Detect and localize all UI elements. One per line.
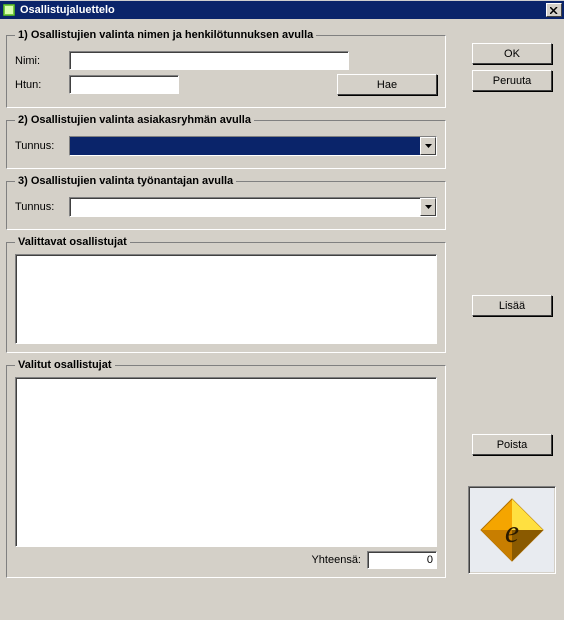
employer-tunnus-combo[interactable]: [69, 197, 437, 217]
logo: e: [468, 486, 556, 574]
htun-label: Htun:: [15, 79, 69, 91]
hae-button[interactable]: Hae: [337, 74, 437, 95]
group-selectable: Valittavat osallistujat: [6, 236, 446, 353]
client-area: 1) Osallistujien valinta nimen ja henkil…: [0, 19, 564, 588]
customer-tunnus-dropdown-button[interactable]: [420, 137, 436, 155]
close-button[interactable]: [546, 3, 562, 17]
left-column: 1) Osallistujien valinta nimen ja henkil…: [6, 23, 446, 582]
chevron-down-icon: [425, 205, 432, 209]
customer-tunnus-value: [70, 137, 420, 155]
employer-tunnus-value: [70, 198, 420, 216]
total-label: Yhteensä:: [311, 554, 361, 566]
window-title: Osallistujaluettelo: [20, 4, 546, 16]
add-button[interactable]: Lisää: [472, 295, 552, 316]
group-name-ssn: 1) Osallistujien valinta nimen ja henkil…: [6, 29, 446, 108]
group-customer-legend: 2) Osallistujien valinta asiakasryhmän a…: [15, 114, 254, 126]
group-selected: Valitut osallistujat Yhteensä:: [6, 359, 446, 578]
group-employer: 3) Osallistujien valinta työnantajan avu…: [6, 175, 446, 230]
group-name-ssn-legend: 1) Osallistujien valinta nimen ja henkil…: [15, 29, 316, 41]
group-selectable-legend: Valittavat osallistujat: [15, 236, 130, 248]
titlebar: Osallistujaluettelo: [0, 1, 564, 19]
name-label: Nimi:: [15, 55, 69, 67]
htun-input[interactable]: [69, 75, 179, 94]
chevron-down-icon: [425, 144, 432, 148]
logo-letter: e: [505, 513, 519, 549]
name-input[interactable]: [69, 51, 349, 70]
remove-button[interactable]: Poista: [472, 434, 552, 455]
cancel-button[interactable]: Peruuta: [472, 70, 552, 91]
customer-tunnus-label: Tunnus:: [15, 140, 69, 152]
group-customer: 2) Osallistujien valinta asiakasryhmän a…: [6, 114, 446, 169]
employer-tunnus-label: Tunnus:: [15, 201, 69, 213]
customer-tunnus-combo[interactable]: [69, 136, 437, 156]
ok-button[interactable]: OK: [472, 43, 552, 64]
right-column: OK Peruuta Lisää Poista e: [446, 23, 558, 582]
group-employer-legend: 3) Osallistujien valinta työnantajan avu…: [15, 175, 236, 187]
selectable-listbox[interactable]: [15, 254, 437, 344]
logo-icon: e: [477, 495, 547, 565]
close-icon: [550, 7, 558, 14]
group-selected-legend: Valitut osallistujat: [15, 359, 115, 371]
app-icon: [2, 3, 16, 17]
selected-listbox[interactable]: [15, 377, 437, 547]
window: Osallistujaluettelo 1) Osallistujien val…: [0, 0, 564, 588]
total-value: [367, 551, 437, 569]
employer-tunnus-dropdown-button[interactable]: [420, 198, 436, 216]
